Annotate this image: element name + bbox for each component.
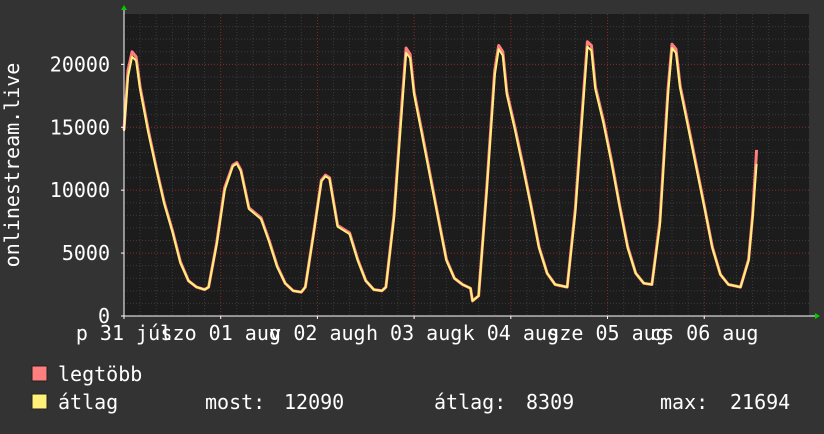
stat-max-value: 21694 [730,390,790,414]
x-tick-label: szo 01 aug [160,321,280,345]
x-tick-label: cs 06 aug [650,321,758,345]
x-axis-arrow-icon [815,313,820,319]
x-tick-label: v 02 aug [269,321,365,345]
stat-average-value: 8309 [526,390,574,414]
legend-swatch-avg [31,393,48,410]
legend-label-avg: átlag [58,390,118,414]
legend: legtöbb átlag most: 12090 átlag: 8309 ma… [31,362,790,414]
legend-swatch-max [31,365,48,382]
x-tick-label: h 03 aug [366,321,462,345]
stat-average-label: átlag: [434,390,506,414]
y-tick-labels: 05000100001500020000 [50,52,124,328]
stat-current-label: most: [205,390,265,414]
y-tick-label: 15000 [50,115,110,139]
x-tick-labels: p 31 júlszo 01 augv 02 aug h 03 aug k 04 a… [76,316,758,345]
y-tick-label: 10000 [50,178,110,202]
y-tick-label: 20000 [50,52,110,76]
rrd-chart: 05000100001500020000 p 31 júlszo 01 augv… [0,5,820,414]
y-axis-label: onlinestream.live [0,63,24,268]
y-axis-arrow-icon [121,5,127,10]
x-tick-label: p 31 júl [76,321,172,345]
stat-current-value: 12090 [284,390,344,414]
chart-root: 0 5000 10000 15000 20000 p 31 júl szo 01 aug v… [0,0,824,430]
y-tick-label: 5000 [62,241,110,265]
x-tick-label: k 04 aug [463,321,559,345]
stat-max-label: max: [660,390,708,414]
legend-label-max: legtöbb [58,362,142,386]
